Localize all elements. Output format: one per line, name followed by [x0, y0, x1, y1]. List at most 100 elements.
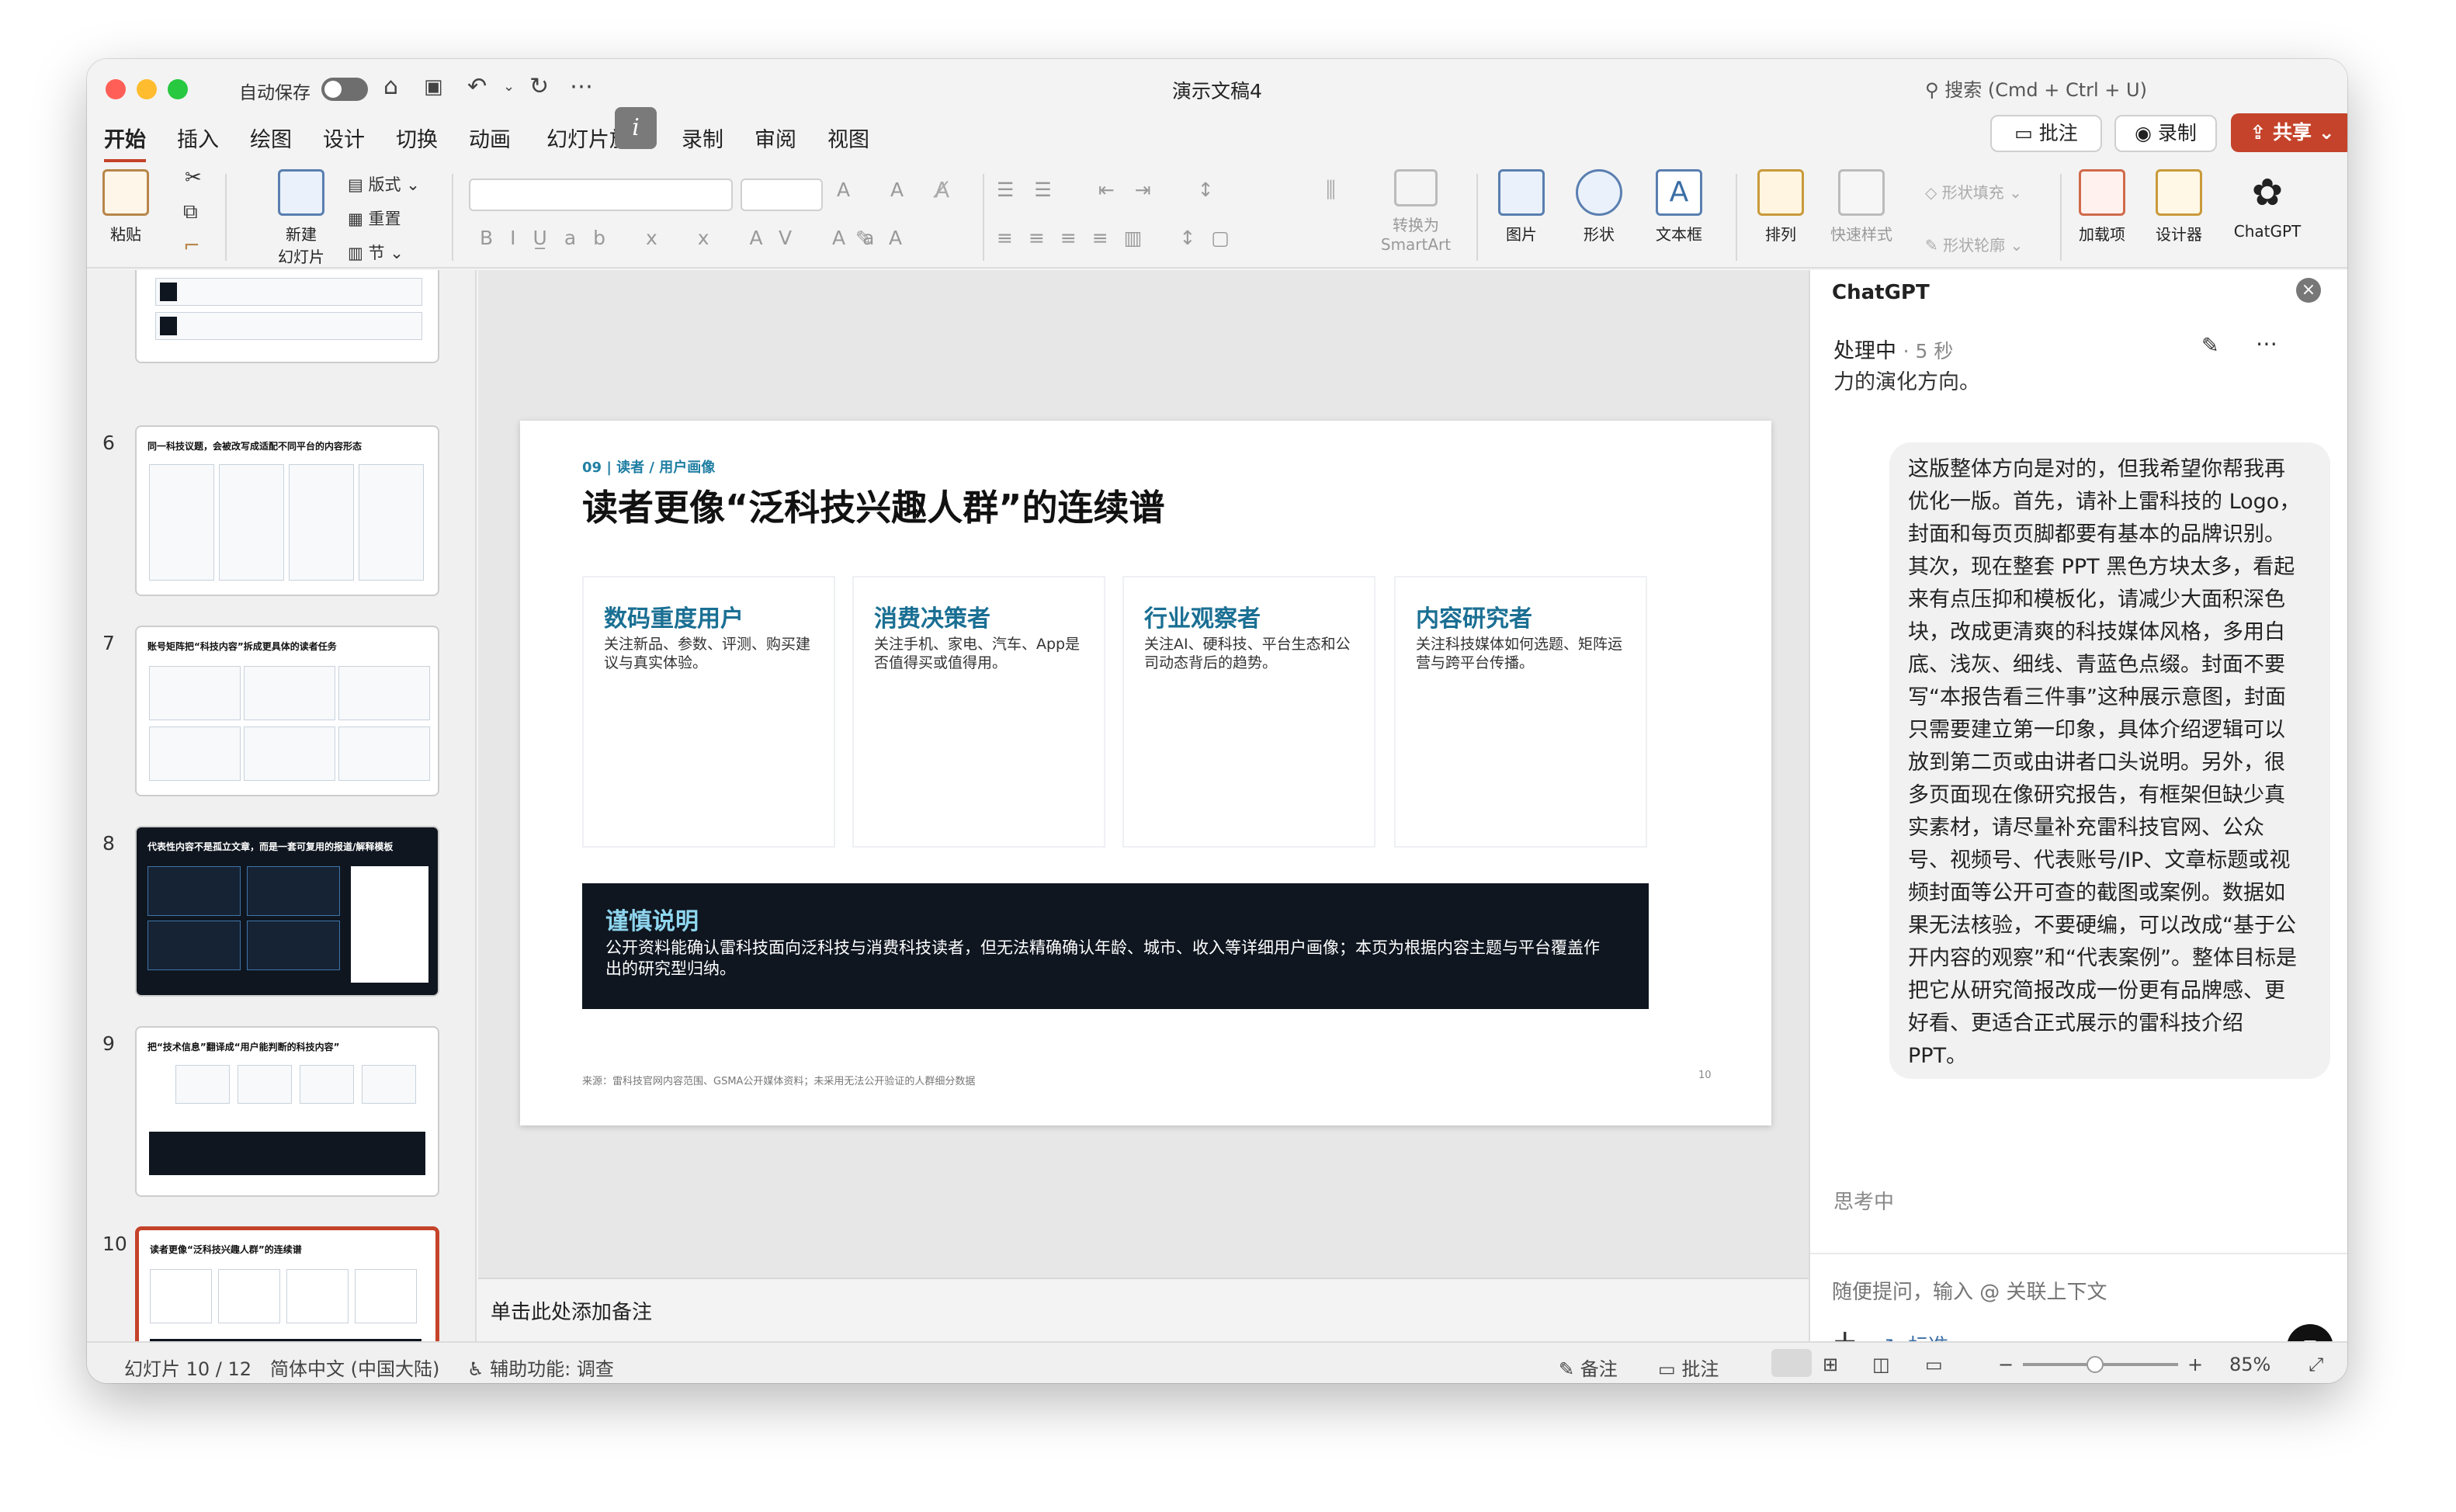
align-icons[interactable]: ≡≡≡≡▥ ↕▢: [997, 227, 1245, 249]
tab-draw[interactable]: 绘图: [250, 123, 292, 159]
close-window-button[interactable]: [106, 79, 126, 99]
thumb-block: [150, 1269, 212, 1323]
slide-editor[interactable]: 09 | 读者 / 用户画像 读者更像“泛科技兴趣人群”的连续谱 数码重度用户 …: [478, 270, 1896, 1343]
paste-button[interactable]: 粘贴: [98, 169, 154, 244]
highlight-color-icons[interactable]: ✎A: [855, 227, 919, 249]
notes-pane[interactable]: 单击此处添加备注: [478, 1278, 1896, 1343]
tab-home[interactable]: 开始: [104, 123, 146, 162]
tab-animations[interactable]: 动画: [469, 123, 511, 159]
persona-card[interactable]: 行业观察者 关注AI、硬科技、平台生态和公司动态背后的趋势。: [1122, 576, 1375, 848]
user-message-text: 这版整体方向是对的，但我希望你帮我再优化一版。首先，请补上雷科技的 Logo，封…: [1908, 457, 2301, 1068]
slide-thumbnail[interactable]: 同一科技议题，会被改写成适配不同平台的内容形态: [135, 425, 439, 596]
edit-icon[interactable]: ✎: [2201, 334, 2219, 358]
app-window: 自动保存 ⌂ ▣ ↶ ⌄ ↻ ⋯ 演示文稿4 ⚲ 搜索 (Cmd + Ctrl …: [87, 59, 2347, 1383]
slide-sorter-icon[interactable]: ⊞: [1823, 1354, 1838, 1375]
addins-button[interactable]: 加载项: [2071, 169, 2133, 244]
columns-icon[interactable]: ⫼: [1326, 177, 1336, 203]
notes-toggle[interactable]: ✎ 备注: [1559, 1354, 1618, 1381]
comment-button[interactable]: ▭ 批注: [1990, 115, 2102, 152]
more-icon[interactable]: ⋯: [2256, 331, 2279, 356]
section-button[interactable]: ▥ 节 ⌄: [348, 241, 404, 264]
list-icons[interactable]: ☰☰ ⇤⇥ ↕: [997, 179, 1234, 201]
slide-thumbnail[interactable]: 账号矩阵把“科技内容”拆成更具体的读者任务: [135, 626, 439, 796]
format-painter-icon[interactable]: ⌐: [183, 234, 200, 258]
persona-card[interactable]: 内容研究者 关注科技媒体如何选题、矩阵运营与跨平台传播。: [1394, 576, 1647, 848]
slide-thumbnail-panel[interactable]: 6 同一科技议题，会被改写成适配不同平台的内容形态 7 账号矩阵把“科技内容”拆…: [87, 270, 477, 1341]
reset-button[interactable]: ▦ 重置: [348, 206, 401, 230]
clear-format-icon[interactable]: A̸: [935, 177, 949, 203]
undo-dropdown-icon[interactable]: ⌄: [503, 71, 515, 102]
accessibility-button[interactable]: ♿ 辅助功能: 调查: [467, 1354, 614, 1381]
shape-button[interactable]: 形状: [1568, 169, 1630, 244]
font-size-select[interactable]: [741, 179, 823, 211]
tab-view[interactable]: 视图: [827, 123, 869, 159]
copy-icon[interactable]: ⧉: [183, 200, 198, 224]
slide-kicker[interactable]: 09 | 读者 / 用户画像: [582, 456, 715, 477]
tab-design[interactable]: 设计: [323, 123, 365, 159]
autosave-toggle[interactable]: [321, 78, 368, 101]
slide-title[interactable]: 读者更像“泛科技兴趣人群”的连续谱: [582, 480, 1164, 531]
arrange-button[interactable]: 排列: [1750, 169, 1812, 244]
tab-insert[interactable]: 插入: [177, 123, 219, 159]
shape-fill-label: 形状填充: [1941, 183, 2004, 202]
tab-record[interactable]: 录制: [682, 123, 723, 159]
reading-view-icon[interactable]: ◫: [1872, 1354, 1890, 1375]
comments-toggle[interactable]: ▭ 批注: [1658, 1354, 1719, 1381]
current-slide[interactable]: 09 | 读者 / 用户画像 读者更像“泛科技兴趣人群”的连续谱 数码重度用户 …: [520, 421, 1771, 1125]
tab-review[interactable]: 审阅: [754, 123, 796, 159]
language-indicator[interactable]: 简体中文 (中国大陆): [270, 1354, 439, 1381]
share-button[interactable]: ⇪ 共享 ⌄: [2231, 113, 2347, 152]
slide-thumbnail-selected[interactable]: 读者更像“泛科技兴趣人群”的连续谱: [135, 1226, 439, 1341]
picture-button[interactable]: 图片: [1490, 169, 1552, 244]
zoom-level[interactable]: 85%: [2229, 1354, 2270, 1375]
card-body: 关注AI、硬科技、平台生态和公司动态背后的趋势。: [1144, 636, 1351, 671]
cut-icon[interactable]: ✂: [185, 166, 202, 189]
save-icon[interactable]: ▣: [424, 71, 443, 102]
chatgpt-panel: ChatGPT × 处理中 · 5 秒 ✎ ⋯ 力的演化方向。 这版整体方向是对…: [1809, 270, 2347, 1371]
thumb-block: [155, 312, 422, 340]
zoom-out-icon[interactable]: −: [1998, 1354, 2014, 1375]
thumb-block: [247, 866, 340, 916]
chat-input[interactable]: [1832, 1281, 2313, 1304]
close-icon[interactable]: ×: [2296, 278, 2321, 303]
normal-view-icon[interactable]: [1771, 1349, 1812, 1377]
font-size-adjust-icons[interactable]: A A: [837, 179, 921, 201]
comments-label: 批注: [1681, 1358, 1719, 1380]
thumb-block: [219, 464, 284, 581]
slide-source[interactable]: 来源：雷科技官网内容范围、GSMA公开媒体资料；未采用无法公开验证的人群细分数据: [582, 1073, 975, 1087]
slide-thumbnail[interactable]: [135, 270, 439, 363]
persona-card[interactable]: 消费决策者 关注手机、家电、汽车、App是否值得买或值得用。: [852, 576, 1105, 848]
zoom-slider-handle[interactable]: [2087, 1356, 2104, 1373]
maximize-window-button[interactable]: [168, 79, 188, 99]
fit-to-window-icon[interactable]: ⤢: [2309, 1354, 2323, 1375]
chatgpt-button[interactable]: ✿ ChatGPT: [2225, 169, 2310, 241]
search-box[interactable]: ⚲ 搜索 (Cmd + Ctrl + U): [1925, 75, 2147, 102]
font-family-select[interactable]: [469, 179, 733, 211]
more-icon[interactable]: ⋯: [570, 71, 593, 102]
undo-icon[interactable]: ↶: [467, 71, 487, 102]
convert-smartart-button[interactable]: 转换为 SmartArt: [1366, 169, 1466, 254]
text-format-icons[interactable]: BIU̲ab x x AV Aa: [480, 227, 891, 249]
record-button[interactable]: ◉ 录制: [2114, 115, 2217, 152]
home-icon[interactable]: ⌂: [383, 71, 398, 102]
designer-button[interactable]: 设计器: [2144, 169, 2214, 244]
presenter-view-icon[interactable]: ▭: [1925, 1354, 1943, 1375]
notes-placeholder[interactable]: 单击此处添加备注: [491, 1296, 652, 1325]
zoom-in-icon[interactable]: +: [2187, 1354, 2203, 1375]
layout-button[interactable]: ▤ 版式 ⌄: [348, 172, 420, 196]
minimize-window-button[interactable]: [137, 79, 157, 99]
redo-icon[interactable]: ↻: [529, 71, 549, 102]
elapsed-time: 5 秒: [1915, 340, 1954, 362]
persona-card[interactable]: 数码重度用户 关注新品、参数、评测、购买建议与真实体验。: [582, 576, 835, 848]
shape-fill-button[interactable]: ◇ 形状填充 ⌄: [1925, 180, 2022, 203]
slide-thumbnail[interactable]: 代表性内容不是孤立文章，而是一套可复用的报道/解释模板: [135, 826, 439, 997]
tab-transitions[interactable]: 切换: [396, 123, 438, 159]
shape-outline-button[interactable]: ✎ 形状轮廓 ⌄: [1925, 233, 2023, 255]
textbox-button[interactable]: A 文本框: [1644, 169, 1714, 244]
slide-thumbnail[interactable]: 把“技术信息”翻译成“用户能判断的科技内容”: [135, 1026, 439, 1197]
new-slide-button[interactable]: 新建 幻灯片: [262, 169, 340, 267]
quick-styles-button[interactable]: 快速样式: [1823, 169, 1900, 244]
caution-box[interactable]: 谨慎说明 公开资料能确认雷科技面向泛科技与消费科技读者，但无法精确确认年龄、城市…: [582, 883, 1649, 1009]
record-icon: ◉: [2135, 122, 2152, 144]
info-icon[interactable]: i: [615, 107, 657, 149]
